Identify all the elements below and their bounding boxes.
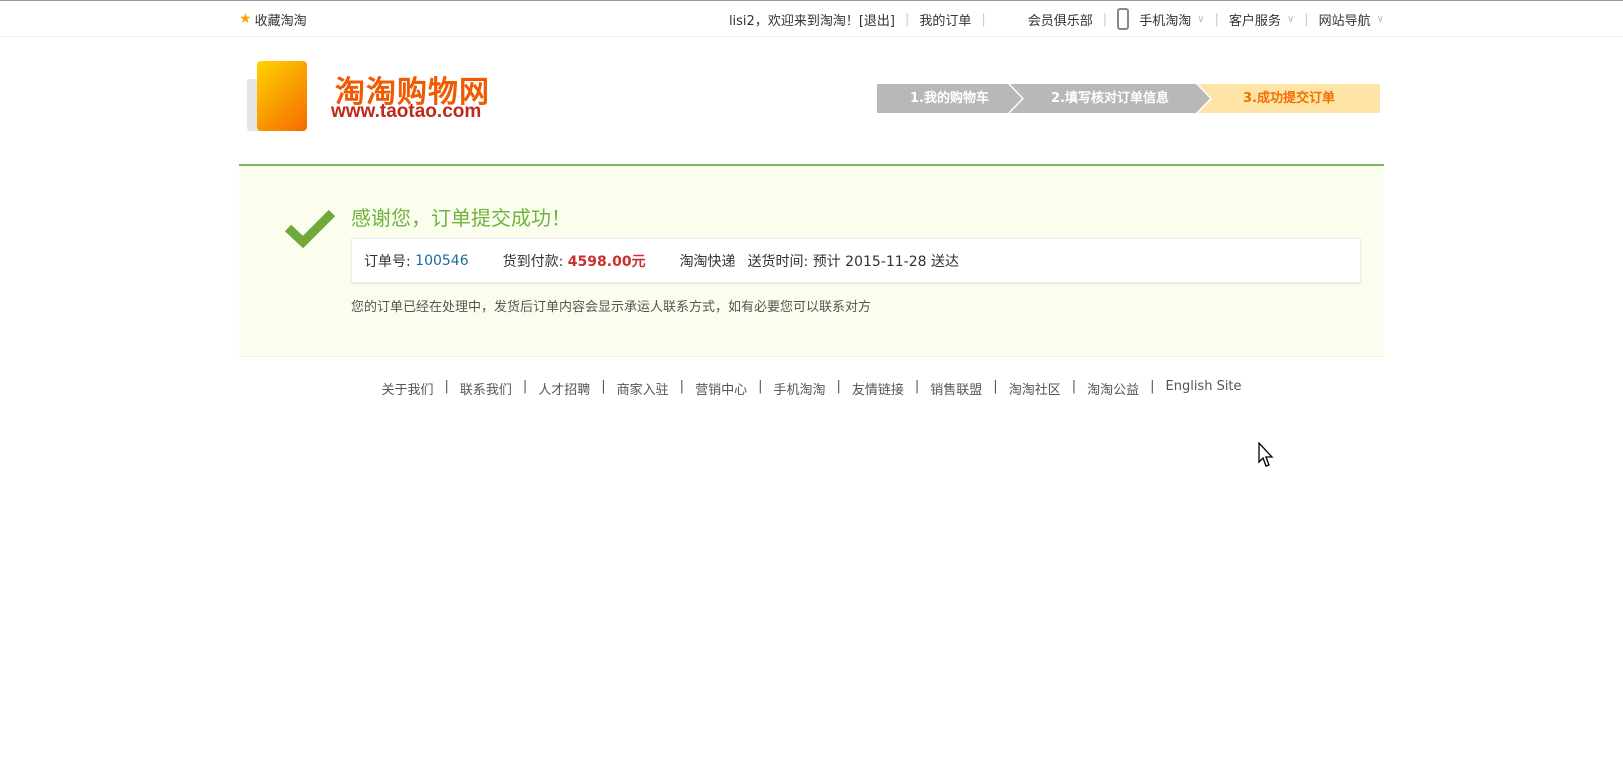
chevron-down-icon: ∨ <box>1286 13 1295 25</box>
order-amount: 4598.00元 <box>567 253 646 270</box>
footer-link[interactable]: 联系我们 <box>460 379 512 398</box>
footer-link[interactable]: 人才招聘 <box>538 379 590 398</box>
success-title: 感谢您，订单提交成功！ <box>351 206 571 230</box>
logo-url: www.taotao.com <box>331 101 482 122</box>
step-confirm: 2.填写核对订单信息 <box>1010 84 1210 113</box>
order-note: 您的订单已经在处理中，发货后订单内容会显示承运人联系方式，如有必要您可以联系对方 <box>351 300 872 315</box>
footer-link[interactable]: 友情链接 <box>852 379 904 398</box>
courier: 淘淘快递 <box>679 253 736 270</box>
delivery-label: 送货时间: <box>747 253 809 270</box>
footer-link[interactable]: 关于我们 <box>381 379 433 398</box>
bag-icon <box>257 61 307 131</box>
top-bar: ★ 收藏淘淘 lisi2，欢迎来到淘淘！ [退出] | 我的订单 | 会员俱乐部 … <box>0 0 1623 37</box>
logout-link[interactable]: [退出] <box>859 10 895 29</box>
footer-link[interactable]: 淘淘公益 <box>1087 379 1139 398</box>
order-info: 订单号: 100546 货到付款: 4598.00元 淘淘快递 送货时间: 预计… <box>351 238 1361 283</box>
mouse-cursor-icon <box>1258 442 1274 467</box>
footer-link[interactable]: 营销中心 <box>695 379 747 398</box>
footer-link[interactable]: 淘淘社区 <box>1009 379 1061 398</box>
pay-label: 货到付款: <box>502 253 564 270</box>
progress-steps: 1.我的购物车 2.填写核对订单信息 3.成功提交订单 <box>877 84 1380 113</box>
order-id: 100546 <box>415 252 469 269</box>
top-nav: lisi2，欢迎来到淘淘！ [退出] | 我的订单 | 会员俱乐部 | 手机淘淘… <box>729 8 1384 30</box>
mobile-link[interactable]: 手机淘淘 <box>1139 10 1191 29</box>
footer-links: 关于我们 | 联系我们 | 人才招聘 | 商家入驻 | 营销中心 | 手机淘淘 | 友情链接… <box>381 379 1242 398</box>
favorite-link[interactable]: ★ 收藏淘淘 <box>239 10 307 29</box>
header: 淘淘购物网 www.taotao.com 1.我的购物车 2.填写核对订单信息 … <box>239 37 1384 164</box>
chevron-down-icon: ∨ <box>1376 13 1384 25</box>
member-club-link[interactable]: 会员俱乐部 <box>1028 10 1093 29</box>
phone-icon <box>1117 8 1130 30</box>
order-label: 订单号: <box>364 253 411 270</box>
step-cart: 1.我的购物车 <box>877 84 1022 113</box>
star-icon: ★ <box>239 11 252 27</box>
service-link[interactable]: 客户服务 <box>1229 10 1281 29</box>
footer-link[interactable]: 手机淘淘 <box>773 379 825 398</box>
footer-link[interactable]: English Site <box>1166 379 1242 398</box>
footer-link[interactable]: 商家入驻 <box>617 379 669 398</box>
site-nav-link[interactable]: 网站导航 <box>1319 10 1371 29</box>
footer-link[interactable]: 销售联盟 <box>930 379 982 398</box>
delivery-date: 预计 2015-11-28 送达 <box>812 253 959 270</box>
logo[interactable]: 淘淘购物网 www.taotao.com <box>243 59 533 139</box>
favorite-label: 收藏淘淘 <box>254 13 307 29</box>
my-orders-link[interactable]: 我的订单 <box>919 10 971 29</box>
success-panel: 感谢您，订单提交成功！ 订单号: 100546 货到付款: 4598.00元 淘… <box>239 164 1384 357</box>
checkmark-icon <box>285 209 335 248</box>
step-submitted: 3.成功提交订单 <box>1198 84 1380 113</box>
welcome-text: lisi2，欢迎来到淘淘！ <box>728 13 859 29</box>
chevron-down-icon: ∨ <box>1197 13 1205 25</box>
